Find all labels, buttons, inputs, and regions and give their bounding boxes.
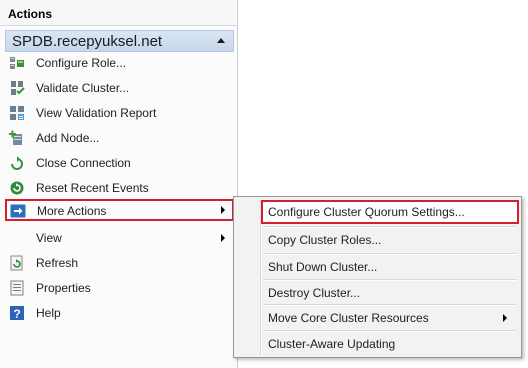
menu-item-move-core-cluster-resources[interactable]: Move Core Cluster Resources — [261, 306, 519, 330]
more-actions-submenu: Configure Cluster Quorum Settings... Cop… — [233, 196, 522, 358]
submenu-arrow-icon — [503, 314, 507, 322]
action-properties[interactable]: Properties — [5, 277, 234, 299]
menu-item-copy-cluster-roles[interactable]: Copy Cluster Roles... — [261, 228, 519, 252]
menu-item-label: Cluster-Aware Updating — [268, 337, 396, 351]
action-configure-role[interactable]: Configure Role... — [5, 52, 234, 74]
submenu-arrow-icon — [221, 234, 225, 242]
reset-events-icon — [9, 180, 25, 196]
submenu-arrow-icon — [221, 206, 225, 214]
menu-item-shut-down-cluster[interactable]: Shut Down Cluster... — [261, 255, 519, 279]
action-view[interactable]: View — [5, 227, 234, 249]
menu-item-destroy-cluster[interactable]: Destroy Cluster... — [261, 281, 519, 305]
menu-item-label: Copy Cluster Roles... — [268, 233, 382, 247]
action-help[interactable]: ? Help — [5, 302, 234, 324]
menu-item-label: Destroy Cluster... — [268, 286, 361, 300]
action-close-connection[interactable]: Close Connection — [5, 152, 234, 174]
action-label: Help — [36, 306, 61, 320]
action-label: Add Node... — [36, 131, 100, 145]
menu-item-label: Move Core Cluster Resources — [268, 311, 429, 325]
menu-item-label: Shut Down Cluster... — [268, 260, 378, 274]
cluster-group-header[interactable]: SPDB.recepyuksel.net — [5, 30, 234, 52]
configure-role-icon — [9, 55, 25, 71]
action-refresh[interactable]: Refresh — [5, 252, 234, 274]
add-node-icon — [9, 130, 25, 146]
action-label: View Validation Report — [36, 106, 157, 120]
collapse-arrow-icon[interactable] — [217, 38, 225, 43]
refresh-icon — [9, 255, 25, 271]
action-add-node[interactable]: Add Node... — [5, 127, 234, 149]
menu-item-configure-cluster-quorum-settings[interactable]: Configure Cluster Quorum Settings... — [261, 200, 519, 224]
actions-pane-header: Actions — [0, 0, 237, 26]
action-label: Refresh — [36, 256, 79, 270]
help-icon: ? — [9, 305, 25, 321]
menu-item-cluster-aware-updating[interactable]: Cluster-Aware Updating — [261, 332, 519, 356]
validation-report-icon — [9, 105, 25, 121]
action-label: Configure Role... — [36, 56, 127, 70]
more-actions-icon — [10, 203, 26, 219]
action-label: Close Connection — [36, 156, 131, 170]
action-validate-cluster[interactable]: Validate Cluster... — [5, 77, 234, 99]
action-reset-recent-events[interactable]: Reset Recent Events — [5, 177, 234, 199]
cluster-group-title: SPDB.recepyuksel.net — [12, 33, 163, 50]
action-label: View — [36, 231, 62, 245]
properties-icon — [9, 280, 25, 296]
action-more-actions[interactable]: More Actions — [5, 199, 234, 221]
action-label: More Actions — [37, 204, 107, 218]
action-label: Validate Cluster... — [36, 81, 130, 95]
svg-text:?: ? — [13, 307, 20, 321]
menu-item-label: Configure Cluster Quorum Settings... — [268, 205, 465, 219]
action-label: Reset Recent Events — [36, 181, 149, 195]
action-view-validation-report[interactable]: View Validation Report — [5, 102, 234, 124]
validate-cluster-icon — [9, 80, 25, 96]
action-label: Properties — [36, 281, 91, 295]
actions-pane: Actions SPDB.recepyuksel.net Configure R… — [0, 0, 238, 368]
actions-pane-title: Actions — [8, 7, 53, 21]
close-connection-icon — [9, 155, 25, 171]
